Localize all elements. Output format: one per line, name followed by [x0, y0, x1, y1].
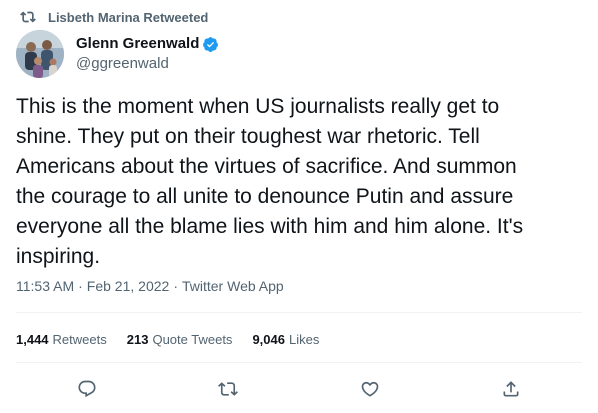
- retweet-context[interactable]: Lisbeth Marina Retweeted: [20, 8, 208, 26]
- quote-tweets-count: 213: [126, 332, 149, 347]
- verified-badge-icon: [202, 36, 219, 53]
- tweet-meta: 11:53 AM · Feb 21, 2022 · Twitter Web Ap…: [16, 278, 284, 294]
- retweets-count: 1,444: [16, 332, 49, 347]
- tweet-source[interactable]: Twitter Web App: [182, 278, 284, 294]
- quote-tweets-stat[interactable]: 213 Quote Tweets: [127, 332, 233, 347]
- retweet-context-label: Lisbeth Marina Retweeted: [48, 9, 209, 25]
- display-name[interactable]: Glenn Greenwald: [76, 34, 199, 54]
- tweet-time[interactable]: 11:53 AM: [16, 278, 74, 294]
- retweet-icon: [20, 9, 36, 25]
- meta-separator: ·: [173, 278, 178, 294]
- tweet-actions: [16, 376, 582, 402]
- divider: [16, 362, 582, 363]
- tweet-detail: Lisbeth Marina Retweeted Glenn Greenwald: [0, 0, 598, 413]
- reply-icon[interactable]: [76, 378, 98, 400]
- like-icon[interactable]: [359, 378, 381, 400]
- likes-count: 9,046: [252, 332, 285, 347]
- meta-separator: ·: [78, 278, 83, 294]
- retweet-icon[interactable]: [217, 378, 239, 400]
- likes-stat[interactable]: 9,046 Likes: [252, 332, 319, 347]
- quote-tweets-label: Quote Tweets: [152, 332, 233, 347]
- author-names: Glenn Greenwald @ggreenwald: [76, 34, 219, 74]
- author-block: Glenn Greenwald @ggreenwald: [16, 30, 219, 78]
- divider: [16, 312, 582, 313]
- tweet-date[interactable]: Feb 21, 2022: [87, 278, 170, 294]
- tweet-text: This is the moment when US journalists r…: [16, 95, 524, 268]
- name-row: Glenn Greenwald: [76, 34, 219, 54]
- retweets-label: Retweets: [52, 332, 107, 347]
- likes-label: Likes: [288, 332, 320, 347]
- tweet-stats: 1,444 Retweets 213 Quote Tweets 9,046 Li…: [16, 332, 339, 347]
- avatar[interactable]: [16, 30, 64, 78]
- author-handle[interactable]: @ggreenwald: [76, 54, 219, 74]
- retweets-stat[interactable]: 1,444 Retweets: [16, 332, 107, 347]
- share-icon[interactable]: [500, 378, 522, 400]
